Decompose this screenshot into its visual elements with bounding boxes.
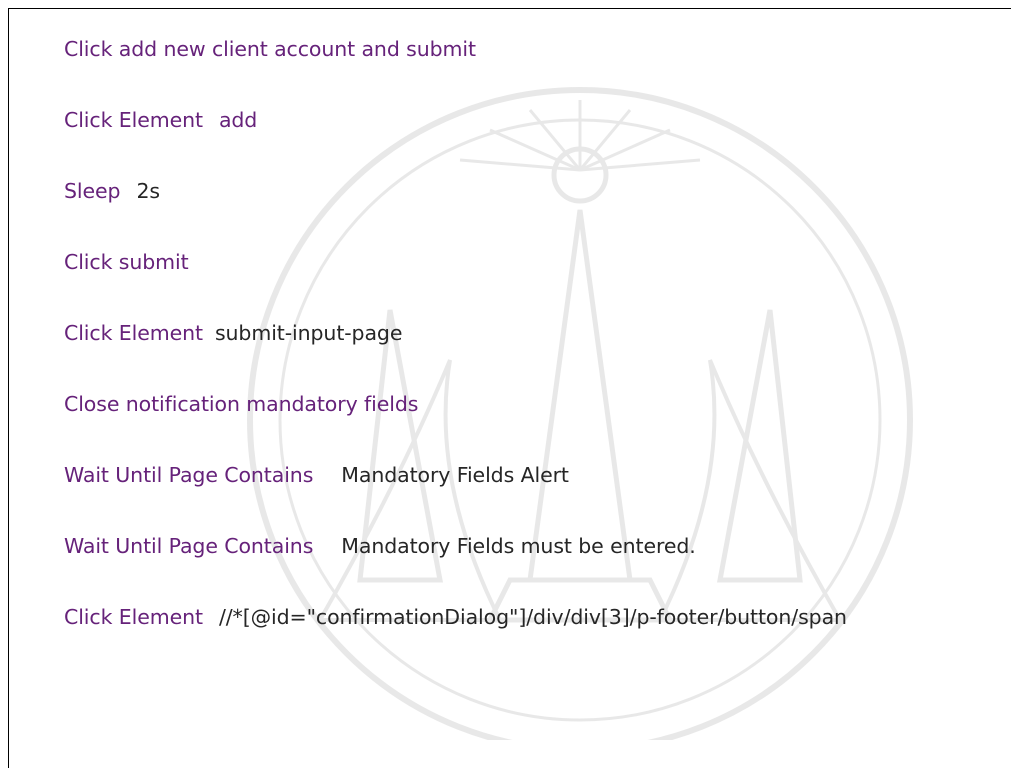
step-keyword: Close notification mandatory fields (64, 392, 419, 416)
step-list: Click add new client account and submit … (64, 33, 847, 672)
step-argument: add (218, 108, 258, 132)
step-line: Wait Until Page Contains Mandatory Fields… (64, 459, 847, 530)
step-keyword: Sleep (64, 179, 121, 203)
step-line: Click Element submit-input-page (64, 317, 847, 388)
step-line: Sleep 2s (64, 175, 847, 246)
step-keyword: Click add new client account and submit (64, 37, 476, 61)
step-line: Click add new client account and submit (64, 33, 847, 104)
step-line: Click Element add (64, 104, 847, 175)
step-argument: Mandatory Fields must be entered. (341, 534, 696, 558)
step-argument: //*[@id="confirmationDialog"]/div/div[3]… (218, 605, 847, 629)
step-keyword: Wait Until Page Contains (64, 534, 314, 558)
step-keyword: Click Element (64, 321, 203, 345)
step-line: Close notification mandatory fields (64, 388, 847, 459)
step-argument: 2s (136, 179, 160, 203)
step-line: Wait Until Page Contains Mandatory Fields… (64, 530, 847, 601)
step-line: Click Element //*[@id="confirmationDialog… (64, 601, 847, 672)
step-keyword: Click Element (64, 605, 203, 629)
step-line: Click submit (64, 246, 847, 317)
step-keyword: Wait Until Page Contains (64, 463, 314, 487)
step-keyword: Click Element (64, 108, 203, 132)
step-argument: Mandatory Fields Alert (341, 463, 569, 487)
step-keyword: Click submit (64, 250, 189, 274)
step-argument: submit-input-page (214, 321, 403, 345)
